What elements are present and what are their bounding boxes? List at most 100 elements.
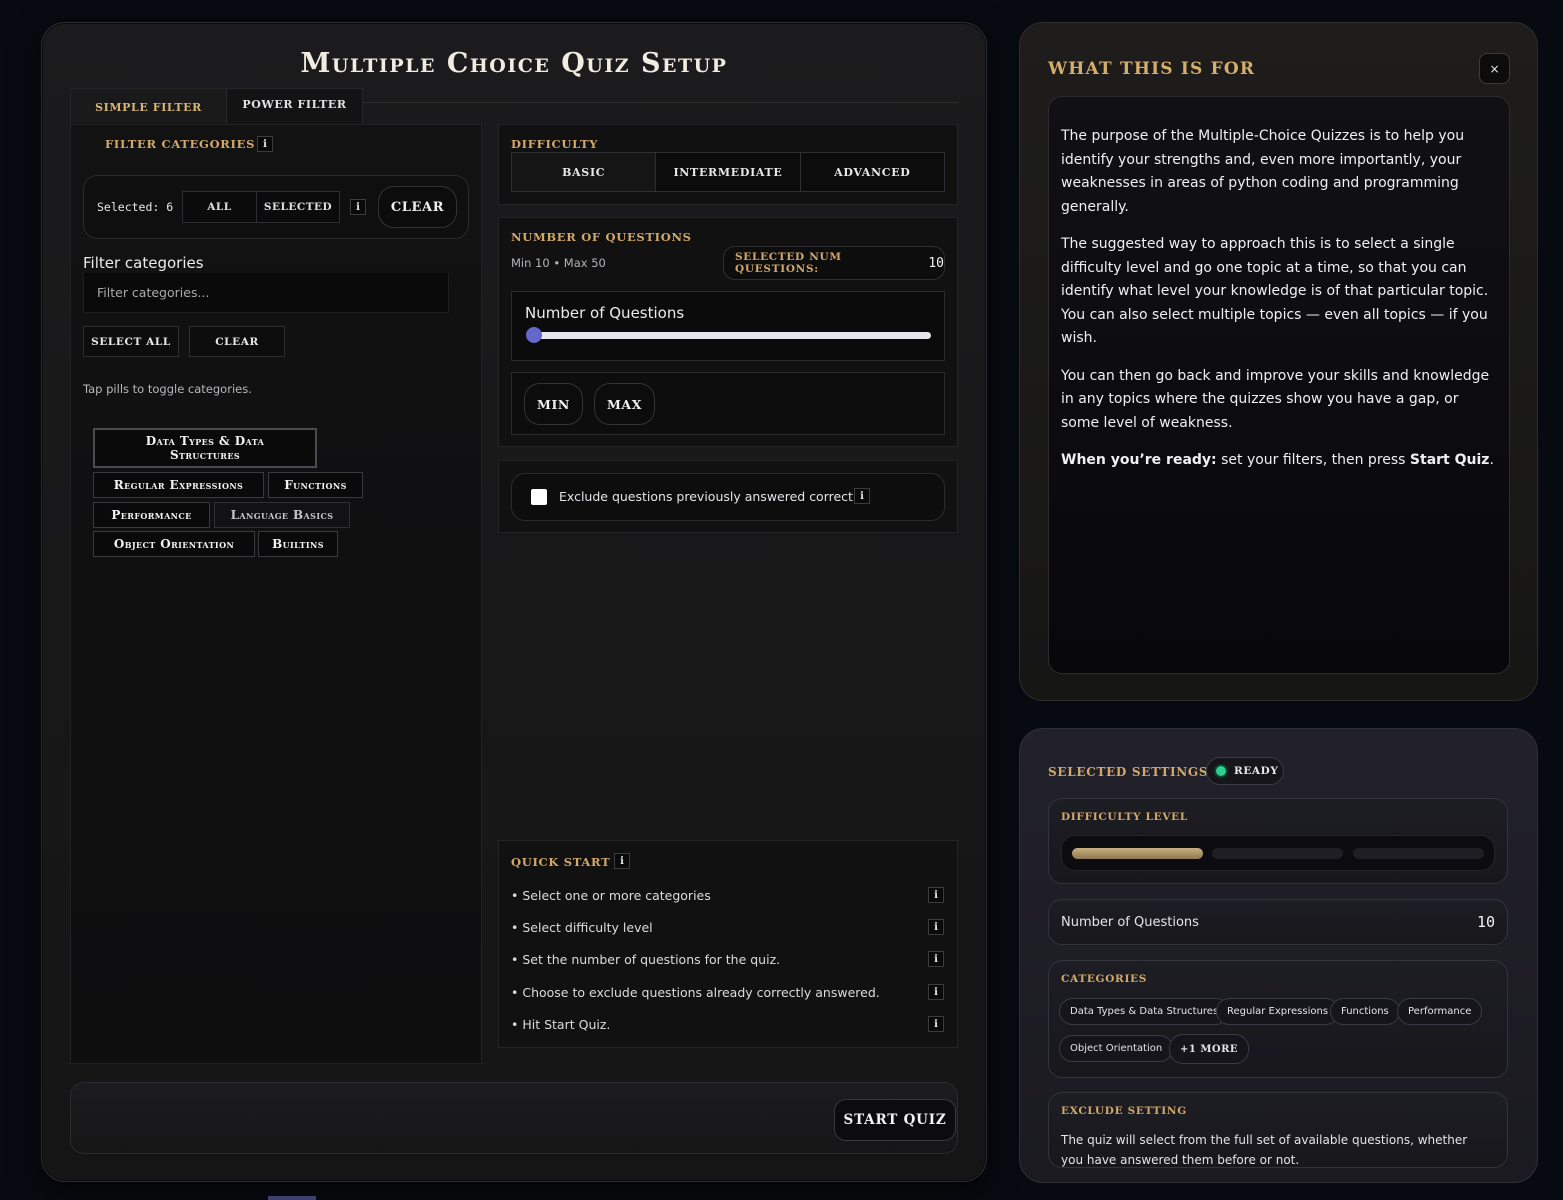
selected-num-questions-badge: Selected Num Questions: 10 xyxy=(723,246,945,280)
num-questions-summary: Number of Questions 10 xyxy=(1048,899,1508,945)
selected-settings-panel: Selected Settings Ready Difficulty Level… xyxy=(1019,728,1538,1183)
status-text: Ready xyxy=(1234,765,1279,777)
toggle-hint: Tap pills to toggle categories. xyxy=(83,382,252,396)
selected-num-questions-label: Selected Num Questions: xyxy=(735,251,842,275)
quick-start-label: Quick Start xyxy=(511,855,611,869)
min-max-buttons: Min Max xyxy=(511,372,945,435)
quick-start-step: • Select difficulty level xyxy=(511,920,653,935)
info-ready-text: set your filters, then press xyxy=(1216,452,1410,468)
step-info-icon[interactable]: i xyxy=(928,1016,944,1032)
difficulty-level-segment xyxy=(1072,848,1203,859)
status-dot-icon xyxy=(1216,766,1226,776)
category-pill[interactable]: Performance xyxy=(93,502,210,528)
difficulty-level-segment xyxy=(1212,848,1343,859)
status-badge: Ready xyxy=(1206,757,1284,785)
selection-mode-toggle: All Selected xyxy=(182,191,340,223)
difficulty-selector: Basic Intermediate Advanced xyxy=(511,152,945,192)
quick-start-step: • Hit Start Quiz. xyxy=(511,1017,611,1032)
difficulty-level-card: Difficulty Level xyxy=(1048,798,1508,884)
difficulty-advanced-button[interactable]: Advanced xyxy=(799,153,944,191)
max-button[interactable]: Max xyxy=(594,383,655,425)
info-paragraph: The purpose of the Multiple-Choice Quizz… xyxy=(1061,128,1465,215)
step-info-icon[interactable]: i xyxy=(928,887,944,903)
num-questions-card: Number of Questions Min 10 • Max 50 Sele… xyxy=(498,217,958,447)
info-start-bold: Start Quiz xyxy=(1409,452,1490,468)
quick-start-step: • Set the number of questions for the qu… xyxy=(511,952,781,967)
info-paragraph: You can then go back and improve your sk… xyxy=(1061,367,1490,431)
category-summary-pill: Functions xyxy=(1330,998,1400,1025)
category-pill[interactable]: Builtins xyxy=(258,531,338,557)
difficulty-label: Difficulty xyxy=(511,137,599,151)
num-questions-range: Min 10 • Max 50 xyxy=(511,256,606,270)
clear-selection-button[interactable]: Clear xyxy=(378,186,457,228)
info-paragraph: The suggested way to approach this is to… xyxy=(1061,236,1489,346)
title-divider xyxy=(363,102,959,103)
category-pill[interactable]: Object Orientation xyxy=(93,531,255,557)
category-pill[interactable]: Data Types & Data Structures xyxy=(93,428,317,468)
exclude-info-icon[interactable]: i xyxy=(854,488,870,504)
filter-tabs: Simple Filter Power Filter xyxy=(70,88,363,124)
info-panel-title: What This Is For xyxy=(1048,59,1256,79)
info-ready-end: . xyxy=(1489,452,1494,468)
quick-start-info-icon[interactable]: i xyxy=(614,853,630,869)
exclude-label: Exclude questions previously answered co… xyxy=(559,489,864,504)
difficulty-basic-button[interactable]: Basic xyxy=(512,153,656,191)
step-info-icon[interactable]: i xyxy=(928,951,944,967)
filter-panel: Filter Categories i Selected: 6 All Sele… xyxy=(70,124,482,1064)
step-info-icon[interactable]: i xyxy=(928,919,944,935)
category-pill[interactable]: Functions xyxy=(268,472,363,498)
show-all-button[interactable]: All xyxy=(183,192,257,222)
category-summary-pill: Performance xyxy=(1397,998,1483,1025)
select-all-button[interactable]: Select All xyxy=(83,326,179,357)
category-pill[interactable]: Language Basics xyxy=(214,502,350,528)
more-categories-button[interactable]: +1 More xyxy=(1169,1034,1250,1064)
category-summary-pill: Data Types & Data Structures xyxy=(1059,998,1230,1025)
step-info-icon[interactable]: i xyxy=(928,984,944,1000)
category-summary-pill: Regular Expressions xyxy=(1216,998,1340,1025)
info-ready-bold: When you’re ready: xyxy=(1061,452,1217,468)
categories-summary: Categories Data Types & Data Structures … xyxy=(1048,960,1508,1078)
show-selected-button[interactable]: Selected xyxy=(257,192,339,222)
info-panel-body: The purpose of the Multiple-Choice Quizz… xyxy=(1048,96,1510,674)
filter-categories-input[interactable]: Filter categories... xyxy=(83,273,449,313)
exclude-option: Exclude questions previously answered co… xyxy=(511,473,945,521)
exclude-setting-summary: Exclude Setting The quiz will select fro… xyxy=(1048,1092,1508,1168)
selected-settings-title: Selected Settings xyxy=(1048,765,1209,779)
info-paragraph: When you’re ready: set your filters, the… xyxy=(1061,449,1497,473)
filter-categories-info-icon[interactable]: i xyxy=(257,136,273,152)
min-button[interactable]: Min xyxy=(524,383,583,425)
exclude-setting-label: Exclude Setting xyxy=(1061,1105,1187,1117)
difficulty-intermediate-button[interactable]: Intermediate xyxy=(655,153,800,191)
num-questions-slider-thumb[interactable] xyxy=(526,327,542,343)
categories-summary-label: Categories xyxy=(1061,973,1148,985)
page-title: Multiple Choice Quiz Setup xyxy=(300,48,728,79)
selected-count: Selected: 6 xyxy=(97,200,174,214)
selection-bar: Selected: 6 All Selected i Clear xyxy=(83,175,469,239)
difficulty-level-indicator xyxy=(1061,835,1495,871)
filter-categories-field-label: Filter categories xyxy=(83,254,204,272)
exclude-checkbox[interactable] xyxy=(531,489,547,505)
tab-simple-filter[interactable]: Simple Filter xyxy=(71,89,227,123)
start-quiz-button[interactable]: Start Quiz xyxy=(834,1099,956,1141)
quick-start-card: Quick Start i • Select one or more categ… xyxy=(498,840,958,1048)
selected-num-questions-value: 10 xyxy=(928,255,944,271)
action-bar: Start Quiz xyxy=(70,1082,958,1154)
num-questions-slider-box: Number of Questions xyxy=(511,291,945,361)
difficulty-level-label: Difficulty Level xyxy=(1061,811,1188,823)
difficulty-card: Difficulty Basic Intermediate Advanced xyxy=(498,124,958,205)
num-questions-summary-label: Number of Questions xyxy=(1061,915,1199,930)
selection-info-icon[interactable]: i xyxy=(350,199,366,215)
quick-start-step: • Select one or more categories xyxy=(511,888,711,903)
difficulty-level-segment xyxy=(1353,848,1484,859)
tab-power-filter[interactable]: Power Filter xyxy=(227,89,362,123)
quick-start-step: • Choose to exclude questions already co… xyxy=(511,985,880,1000)
num-questions-label: Number of Questions xyxy=(511,230,692,244)
filter-categories-label: Filter Categories xyxy=(105,137,256,151)
exclude-card: Exclude questions previously answered co… xyxy=(498,460,958,533)
num-questions-slider-track[interactable] xyxy=(528,332,931,339)
clear-categories-button[interactable]: Clear xyxy=(189,326,285,357)
category-summary-pill: Object Orientation xyxy=(1059,1035,1174,1062)
close-icon[interactable]: × xyxy=(1479,53,1510,84)
slider-label: Number of Questions xyxy=(525,304,685,322)
category-pill[interactable]: Regular Expressions xyxy=(93,472,264,498)
